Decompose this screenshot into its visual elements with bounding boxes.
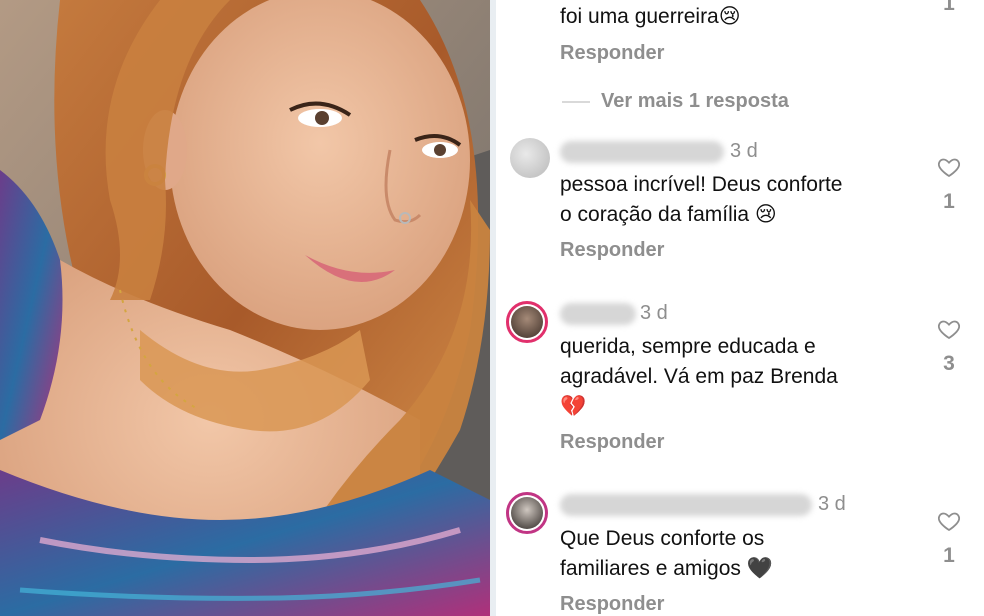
comment-text: foi uma guerreira😢: [560, 5, 741, 28]
comment-text: querida, sempre educada e: [560, 335, 816, 358]
username-blurred[interactable]: [560, 494, 812, 516]
reply-button[interactable]: Responder: [560, 42, 664, 65]
like-count: 1: [943, 544, 955, 567]
view-more-replies-button[interactable]: Ver mais 1 resposta: [601, 90, 789, 113]
photo-panel: [0, 0, 490, 616]
heart-outline-icon[interactable]: [937, 509, 961, 533]
comment-text: o coração da família 😢: [560, 203, 777, 226]
comment-text: pessoa incrível! Deus conforte: [560, 173, 843, 196]
like-count: 1: [943, 0, 955, 15]
comment-text: Que Deus conforte os: [560, 527, 765, 550]
comment-time: 3 d: [640, 302, 668, 324]
reply-button[interactable]: Responder: [560, 239, 664, 262]
view-more-line: [562, 101, 590, 103]
heart-outline-icon[interactable]: [937, 155, 961, 179]
like-count: 3: [943, 352, 955, 375]
comments-panel: foi uma guerreira😢 1 Responder Ver mais …: [496, 0, 984, 616]
username-blurred[interactable]: [560, 303, 636, 325]
comment-text: familiares e amigos 🖤: [560, 557, 773, 580]
comment-text: 💔: [560, 395, 587, 418]
username-blurred[interactable]: [560, 141, 724, 163]
heart-outline-icon[interactable]: [937, 317, 961, 341]
comment-time: 3 d: [730, 140, 758, 162]
comment-text: agradável. Vá em paz Brenda: [560, 365, 838, 388]
like-count: 1: [943, 190, 955, 213]
portrait-photo: [0, 0, 490, 616]
avatar[interactable]: [506, 301, 548, 343]
avatar[interactable]: [510, 138, 550, 178]
reply-button[interactable]: Responder: [560, 431, 664, 454]
avatar[interactable]: [506, 492, 548, 534]
comment-time: 3 d: [818, 493, 846, 515]
reply-button[interactable]: Responder: [560, 593, 664, 616]
